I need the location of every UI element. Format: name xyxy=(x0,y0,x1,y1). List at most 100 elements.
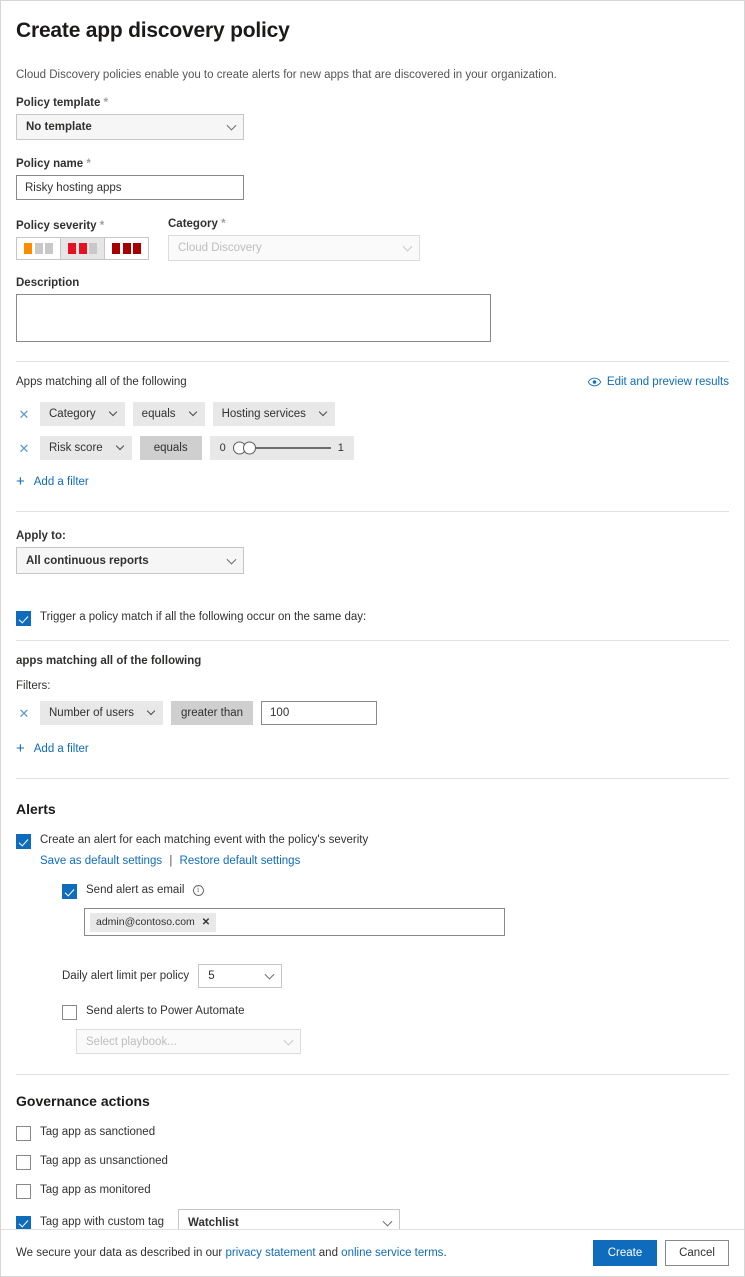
tag-unsanctioned-checkbox[interactable] xyxy=(16,1155,31,1170)
filter-row: ✕ Risk score equals 0 1 xyxy=(16,436,729,460)
policy-template-label-text: Policy template xyxy=(16,97,100,109)
tag-custom-checkbox[interactable] xyxy=(16,1216,31,1230)
tag-custom-row: Tag app with custom tag Watchlist xyxy=(16,1209,729,1229)
policy-severity-label-text: Policy severity xyxy=(16,220,97,232)
tag-monitored-row[interactable]: Tag app as monitored xyxy=(16,1183,729,1199)
info-icon[interactable]: i xyxy=(193,885,204,896)
plus-icon: + xyxy=(16,474,25,489)
close-icon[interactable]: ✕ xyxy=(202,917,210,928)
severity-high-button[interactable] xyxy=(104,237,149,260)
trigger-policy-match-row[interactable]: Trigger a policy match if all the follow… xyxy=(16,610,729,626)
panel-body: Create app discovery policy Cloud Discov… xyxy=(1,1,744,1229)
severity-selector[interactable] xyxy=(16,237,168,260)
daily-alert-limit-select[interactable]: 5 xyxy=(198,964,282,988)
default-settings-links: Save as default settings | Restore defau… xyxy=(40,855,729,867)
range-min-label: 0 xyxy=(220,442,226,454)
secondary-filters-heading: apps matching all of the following xyxy=(16,655,729,667)
panel-footer: We secure your data as described in our … xyxy=(1,1229,744,1276)
filter-value-text: 100 xyxy=(270,707,289,719)
filter-field-select[interactable]: Risk score xyxy=(40,436,132,460)
divider xyxy=(16,361,729,362)
close-icon[interactable]: ✕ xyxy=(16,442,32,455)
policy-template-value: No template xyxy=(26,121,92,133)
filter-row: ✕ Category equals Hosting services xyxy=(16,402,729,426)
email-recipients-input[interactable]: admin@contoso.com ✕ xyxy=(84,908,505,936)
close-icon[interactable]: ✕ xyxy=(16,707,32,720)
edit-preview-results-label: Edit and preview results xyxy=(607,376,729,388)
close-icon[interactable]: ✕ xyxy=(16,408,32,421)
chevron-down-icon xyxy=(265,970,275,980)
governance-heading: Governance actions xyxy=(16,1093,729,1109)
apply-to-select[interactable]: All continuous reports xyxy=(16,547,244,574)
power-automate-checkbox[interactable] xyxy=(62,1005,77,1020)
filter-value-text: Hosting services xyxy=(222,408,306,420)
restore-default-settings-link[interactable]: Restore default settings xyxy=(180,855,301,867)
filter-field-value: Category xyxy=(49,408,96,420)
required-marker: * xyxy=(100,220,104,232)
tag-sanctioned-checkbox[interactable] xyxy=(16,1126,31,1141)
severity-square-filled xyxy=(123,243,131,254)
severity-low-button[interactable] xyxy=(16,237,61,260)
primary-filters-header: Apps matching all of the following Edit … xyxy=(16,376,729,388)
intro-text: Cloud Discovery policies enable you to c… xyxy=(16,69,729,81)
eye-icon xyxy=(588,377,601,387)
create-alert-checkbox[interactable] xyxy=(16,834,31,849)
footer-text-middle: and xyxy=(316,1247,342,1259)
add-filter-button[interactable]: + Add a filter xyxy=(16,741,729,756)
tag-sanctioned-label: Tag app as sanctioned xyxy=(40,1125,155,1140)
power-automate-row[interactable]: Send alerts to Power Automate xyxy=(62,1004,729,1020)
filter-operator-static: equals xyxy=(140,436,202,460)
footer-buttons: Create Cancel xyxy=(593,1240,729,1266)
trigger-policy-match-checkbox[interactable] xyxy=(16,611,31,626)
severity-category-row: Policy severity * xyxy=(16,218,729,261)
email-chip[interactable]: admin@contoso.com ✕ xyxy=(90,913,216,932)
edit-preview-results-link[interactable]: Edit and preview results xyxy=(588,376,729,388)
cancel-button[interactable]: Cancel xyxy=(665,1240,729,1266)
chevron-down-icon xyxy=(147,707,155,715)
online-service-terms-link[interactable]: online service terms xyxy=(341,1247,443,1259)
create-button[interactable]: Create xyxy=(593,1240,657,1266)
footer-text-after: . xyxy=(443,1247,446,1259)
custom-tag-select[interactable]: Watchlist xyxy=(178,1209,400,1229)
send-email-checkbox[interactable] xyxy=(62,884,77,899)
slider-handle-max[interactable] xyxy=(243,442,256,455)
apply-to-label-text: Apply to: xyxy=(16,530,66,542)
playbook-select[interactable]: Select playbook... xyxy=(76,1029,301,1054)
category-label-text: Category xyxy=(168,218,218,230)
chevron-down-icon xyxy=(403,242,413,252)
power-automate-label: Send alerts to Power Automate xyxy=(86,1004,245,1019)
create-alert-row[interactable]: Create an alert for each matching event … xyxy=(16,833,729,849)
save-default-settings-link[interactable]: Save as default settings xyxy=(40,855,162,867)
daily-alert-limit-value: 5 xyxy=(208,970,214,982)
divider xyxy=(16,640,729,641)
tag-sanctioned-row[interactable]: Tag app as sanctioned xyxy=(16,1125,729,1141)
tag-monitored-checkbox[interactable] xyxy=(16,1184,31,1199)
policy-name-label: Policy name * xyxy=(16,158,729,170)
severity-square-filled xyxy=(24,243,32,254)
filter-value-input[interactable]: 100 xyxy=(261,701,377,725)
tag-custom-label: Tag app with custom tag xyxy=(40,1215,164,1229)
filter-operator-select[interactable]: equals xyxy=(133,402,205,426)
footer-text-before: We secure your data as described in our xyxy=(16,1247,225,1259)
filter-field-select[interactable]: Category xyxy=(40,402,125,426)
apply-to-value: All continuous reports xyxy=(26,555,149,567)
policy-name-input[interactable]: Risky hosting apps xyxy=(16,175,244,200)
tag-unsanctioned-row[interactable]: Tag app as unsanctioned xyxy=(16,1154,729,1170)
filter-value-select[interactable]: Hosting services xyxy=(213,402,335,426)
description-textarea[interactable] xyxy=(16,294,491,342)
privacy-statement-link[interactable]: privacy statement xyxy=(225,1247,315,1259)
filters-label: Filters: xyxy=(16,680,729,692)
add-filter-button[interactable]: + Add a filter xyxy=(16,474,729,489)
policy-template-select[interactable]: No template xyxy=(16,114,244,140)
filter-field-select[interactable]: Number of users xyxy=(40,701,163,725)
severity-medium-button[interactable] xyxy=(60,237,105,260)
apply-to-label: Apply to: xyxy=(16,530,729,542)
policy-name-value: Risky hosting apps xyxy=(25,182,122,194)
filter-operator-value: greater than xyxy=(181,707,243,719)
daily-alert-limit-label: Daily alert limit per policy xyxy=(62,970,189,982)
risk-score-range-slider[interactable]: 0 1 xyxy=(210,436,354,460)
slider-track[interactable] xyxy=(233,447,331,449)
chevron-down-icon xyxy=(284,1035,294,1045)
send-email-row[interactable]: Send alert as email i xyxy=(62,883,729,899)
severity-block: Policy severity * xyxy=(16,220,168,260)
